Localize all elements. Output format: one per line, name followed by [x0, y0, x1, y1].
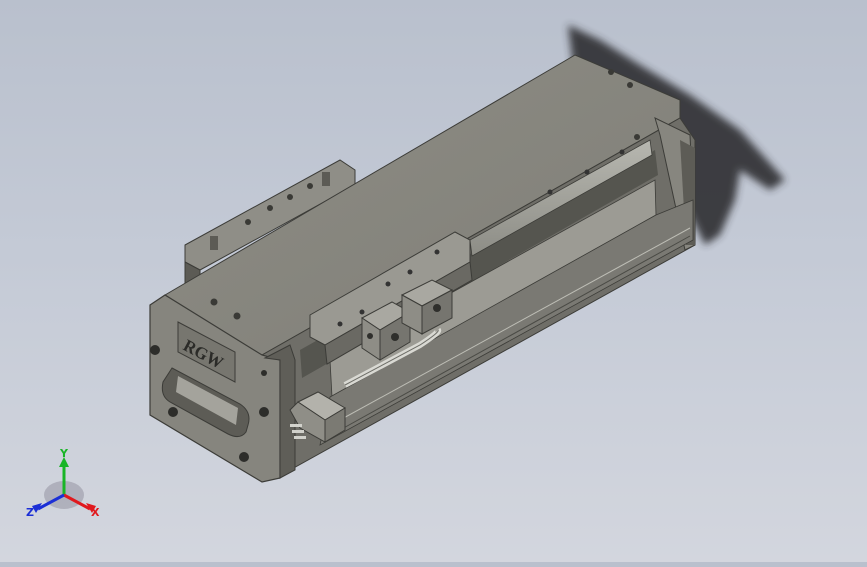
- coordinate-triad[interactable]: Y X Z: [22, 445, 112, 525]
- z-axis-label: Z: [26, 506, 34, 519]
- cad-viewport[interactable]: RGW Y X Z: [0, 0, 867, 562]
- y-axis-label: Y: [59, 447, 69, 460]
- model-view[interactable]: RGW: [0, 0, 867, 562]
- x-axis-label: X: [91, 506, 100, 519]
